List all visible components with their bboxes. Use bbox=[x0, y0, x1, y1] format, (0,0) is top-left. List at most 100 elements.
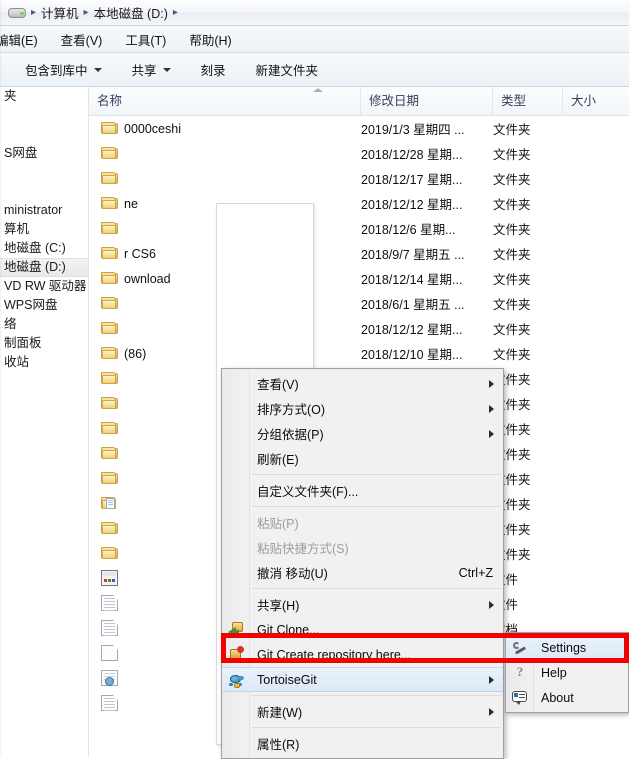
table-row[interactable]: ne 2018/12/12 星期... 文件夹 bbox=[89, 191, 629, 216]
submenu-arrow-icon bbox=[489, 404, 494, 413]
file-type: 文件夹 bbox=[493, 273, 531, 287]
menu-item-sort-by[interactable]: 排序方式(O) bbox=[222, 396, 503, 421]
file-date: 2018/9/7 星期五 ... bbox=[361, 248, 465, 262]
file-date: 2019/1/3 星期四 ... bbox=[361, 123, 465, 137]
table-row[interactable]: 0000ceshi 2019/1/3 星期四 ... 文件夹 bbox=[89, 116, 629, 141]
table-row[interactable]: 2018/12/28 星期... 文件夹 bbox=[89, 141, 629, 166]
sidebar-item-recycle-bin[interactable]: 收站 bbox=[0, 353, 88, 372]
file-name: r CS6 bbox=[124, 246, 156, 261]
folder-icon bbox=[101, 470, 118, 486]
menu-item-share[interactable]: 共享(H) bbox=[222, 592, 503, 617]
sidebar-item-5[interactable] bbox=[0, 182, 88, 201]
file-type: 文件夹 bbox=[493, 248, 531, 262]
sidebar-item-computer[interactable]: 算机 bbox=[0, 220, 88, 239]
menu-help[interactable]: 帮助(H) bbox=[183, 27, 237, 52]
table-row[interactable]: r CS6 2018/9/7 星期五 ... 文件夹 bbox=[89, 241, 629, 266]
folder-icon bbox=[101, 220, 118, 236]
sidebar-item-4[interactable] bbox=[0, 163, 88, 182]
breadcrumb-item-computer[interactable]: 计算机 bbox=[41, 3, 79, 22]
table-row[interactable]: 2018/12/17 星期... 文件夹 bbox=[89, 166, 629, 191]
table-row[interactable]: ownload 2018/12/14 星期... 文件夹 bbox=[89, 266, 629, 291]
table-row[interactable]: 2018/12/6 星期... 文件夹 bbox=[89, 216, 629, 241]
menu-item-label: Git Clone... bbox=[257, 622, 320, 637]
menu-item-properties[interactable]: 属性(R) bbox=[222, 731, 503, 756]
sidebar-item-local-disk-d[interactable]: 地磁盘 (D:) bbox=[0, 258, 88, 277]
breadcrumb-separator-2[interactable]: ▸ bbox=[173, 7, 178, 18]
toolbar-include-in-library-button[interactable]: 包含到库中 bbox=[18, 56, 109, 83]
menu-view[interactable]: 查看(V) bbox=[55, 27, 109, 52]
file-date: 2018/12/28 星期... bbox=[361, 148, 463, 162]
menu-tools[interactable]: 工具(T) bbox=[119, 27, 172, 52]
column-header-type[interactable]: 类型 bbox=[493, 87, 563, 115]
folder-icon bbox=[101, 195, 118, 211]
sidebar-item-0[interactable]: 夹 bbox=[0, 87, 88, 106]
file-date: 2018/12/17 星期... bbox=[361, 173, 463, 187]
menu-bar: 编辑(E) 查看(V) 工具(T) 帮助(H) bbox=[0, 26, 629, 53]
menu-item-tortoisegit[interactable]: TortoiseGit bbox=[222, 667, 503, 692]
sidebar-item-local-disk-c[interactable]: 地磁盘 (C:) bbox=[0, 239, 88, 258]
context-menu[interactable]: 查看(V) 排序方式(O) 分组依据(P) 刷新(E) 自定义文件夹(F)...… bbox=[221, 368, 504, 759]
file-name: (86) bbox=[124, 346, 147, 361]
sidebar-item-1[interactable] bbox=[0, 106, 88, 125]
sidebar-item-dvd-rw-drive[interactable]: VD RW 驱动器 ( bbox=[0, 277, 88, 296]
tortoisegit-submenu[interactable]: Settings ? Help About bbox=[505, 632, 629, 713]
document-icon bbox=[101, 595, 118, 611]
file-type: 文件夹 bbox=[493, 298, 531, 312]
file-type: 文件夹 bbox=[493, 173, 531, 187]
document-icon bbox=[101, 620, 118, 636]
menu-item-shortcut: Ctrl+Z bbox=[458, 565, 493, 580]
table-row[interactable]: 2018/12/12 星期... 文件夹 bbox=[89, 316, 629, 341]
sidebar-item-wps-netdisk[interactable]: WPS网盘 bbox=[0, 296, 88, 315]
folder-icon bbox=[101, 170, 118, 186]
menu-item-label: 属性(R) bbox=[257, 738, 300, 752]
menu-separator bbox=[252, 727, 501, 728]
file-type: 文件夹 bbox=[493, 348, 531, 362]
address-bar[interactable]: ▸ 计算机 ▸ 本地磁盘 (D:) ▸ bbox=[0, 0, 629, 26]
menu-item-label: 新建(W) bbox=[257, 706, 303, 720]
drive-icon bbox=[8, 6, 26, 20]
sidebar-item-3[interactable]: S网盘 bbox=[0, 144, 88, 163]
menu-item-customize-folder[interactable]: 自定义文件夹(F)... bbox=[222, 478, 503, 503]
menu-item-paste-shortcut: 粘贴快捷方式(S) bbox=[222, 535, 503, 560]
breadcrumb-item-local-disk-d[interactable]: 本地磁盘 (D:) bbox=[94, 3, 168, 22]
file-type: 文件夹 bbox=[493, 123, 531, 137]
menu-item-group-by[interactable]: 分组依据(P) bbox=[222, 421, 503, 446]
help-icon: ? bbox=[516, 664, 524, 679]
menu-item-new[interactable]: 新建(W) bbox=[222, 699, 503, 724]
column-header-size[interactable]: 大小 bbox=[563, 87, 629, 115]
toolbar-new-folder-button[interactable]: 新建文件夹 bbox=[249, 56, 326, 83]
sort-ascending-icon bbox=[313, 88, 323, 92]
folder-icon bbox=[101, 120, 118, 136]
menu-item-undo-move[interactable]: 撤消 移动(U) Ctrl+Z bbox=[222, 560, 503, 585]
menu-edit[interactable]: 编辑(E) bbox=[0, 27, 44, 52]
submenu-item-settings[interactable]: Settings bbox=[506, 635, 628, 660]
sidebar-item-2[interactable] bbox=[0, 125, 88, 144]
column-header-date-modified[interactable]: 修改日期 bbox=[361, 87, 493, 115]
toolbar-burn-button[interactable]: 刻录 bbox=[194, 56, 233, 83]
menu-item-git-clone[interactable]: Git Clone... bbox=[222, 617, 503, 642]
toolbar-share-button[interactable]: 共享 bbox=[125, 56, 178, 83]
menu-item-refresh[interactable]: 刷新(E) bbox=[222, 446, 503, 471]
sidebar-item-network[interactable]: 络 bbox=[0, 315, 88, 334]
submenu-item-label: About bbox=[541, 690, 574, 705]
file-date: 2018/12/12 星期... bbox=[361, 323, 463, 337]
file-date: 2018/6/1 星期五 ... bbox=[361, 298, 465, 312]
breadcrumb-separator-0: ▸ bbox=[31, 6, 37, 18]
column-header-name[interactable]: 名称 bbox=[89, 87, 361, 115]
menu-item-label: 粘贴快捷方式(S) bbox=[257, 542, 349, 556]
submenu-item-help[interactable]: ? Help bbox=[506, 660, 628, 685]
menu-item-view[interactable]: 查看(V) bbox=[222, 371, 503, 396]
submenu-item-label: Help bbox=[541, 665, 567, 680]
table-row[interactable]: 2018/6/1 星期五 ... 文件夹 bbox=[89, 291, 629, 316]
menu-item-label: 查看(V) bbox=[257, 378, 299, 392]
sidebar-item-control-panel[interactable]: 制面板 bbox=[0, 334, 88, 353]
file-type: 文件夹 bbox=[493, 198, 531, 212]
menu-item-label: 排序方式(O) bbox=[257, 403, 326, 417]
menu-item-git-create-repository-here[interactable]: Git Create repository here... bbox=[222, 642, 503, 667]
submenu-item-about[interactable]: About bbox=[506, 685, 628, 710]
navigation-pane[interactable]: 夹 S网盘 ministrator 算机 地磁盘 (C:) 地磁盘 (D:) V… bbox=[0, 87, 89, 757]
table-row[interactable]: (86) 2018/12/10 星期... 文件夹 bbox=[89, 341, 629, 366]
sidebar-item-administrator[interactable]: ministrator bbox=[0, 201, 88, 220]
folder-icon bbox=[101, 320, 118, 336]
folder-icon bbox=[101, 520, 118, 536]
